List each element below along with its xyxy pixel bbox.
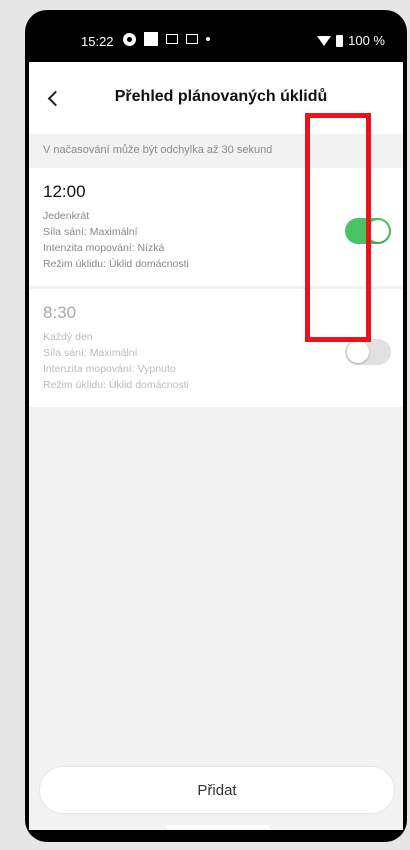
toggle-knob	[347, 341, 369, 363]
battery-icon	[336, 34, 344, 47]
notification-icons	[123, 32, 210, 46]
github-icon	[123, 32, 136, 46]
square-icon	[144, 32, 158, 46]
page-title: Přehled plánovaných úklidů	[114, 88, 328, 105]
home-indicator[interactable]	[166, 825, 270, 829]
status-bar: 15:22 100 %	[25, 10, 407, 62]
schedule-mopping: Intenzita mopování: Vypnuto	[43, 363, 176, 375]
schedule-suction: Síla sání: Maximální	[43, 347, 138, 359]
system-icons: 100 %	[317, 33, 385, 48]
battery-level: 100 %	[348, 33, 385, 48]
dot-icon	[206, 37, 210, 41]
highlight-box	[305, 113, 371, 342]
add-schedule-button[interactable]: Přidat	[39, 766, 395, 814]
card-icon	[166, 34, 178, 44]
schedule-mode: Režim úklidu: Úklid domácnosti	[43, 379, 189, 391]
card-icon	[186, 34, 198, 44]
schedule-toggle[interactable]	[345, 339, 391, 365]
status-time: 15:22	[81, 34, 114, 49]
wifi-icon	[317, 35, 332, 46]
